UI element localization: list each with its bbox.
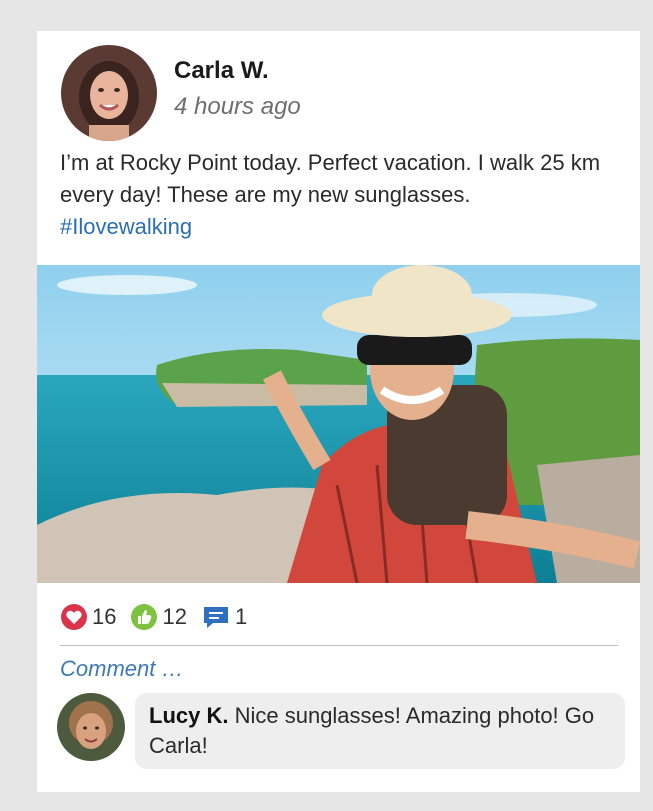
thumbs-up-reaction[interactable]: 12: [130, 603, 187, 631]
commenter-name[interactable]: Lucy K.: [149, 703, 228, 728]
thumbs-up-count: 12: [162, 604, 187, 629]
like-heart-reaction[interactable]: 16: [60, 603, 116, 631]
comment-icon: [203, 607, 228, 628]
comment-reaction[interactable]: 1: [201, 604, 247, 630]
post-card: Carla W. 4 hours ago I’m at Rocky Point …: [37, 31, 640, 792]
heart-count: 16: [92, 604, 117, 629]
hashtag-link[interactable]: #Ilovewalking: [60, 214, 192, 239]
comment-bubble: Lucy K. Nice sunglasses! Amazing photo! …: [135, 693, 625, 769]
author-name[interactable]: Carla W.: [174, 57, 269, 85]
comment-count: 1: [234, 604, 248, 629]
divider: [60, 645, 618, 646]
post-timestamp: 4 hours ago: [174, 93, 301, 120]
comment-input[interactable]: Comment …: [60, 656, 183, 682]
post-body: I’m at Rocky Point today. Perfect vacati…: [60, 150, 601, 207]
author-avatar[interactable]: [61, 45, 157, 141]
reactions-bar: 16 12 1: [60, 601, 261, 633]
post-photo[interactable]: [37, 265, 640, 583]
thumbs-up-icon: [131, 604, 158, 630]
commenter-avatar[interactable]: [57, 693, 125, 761]
post-text: I’m at Rocky Point today. Perfect vacati…: [60, 147, 625, 243]
heart-icon: [61, 604, 87, 630]
